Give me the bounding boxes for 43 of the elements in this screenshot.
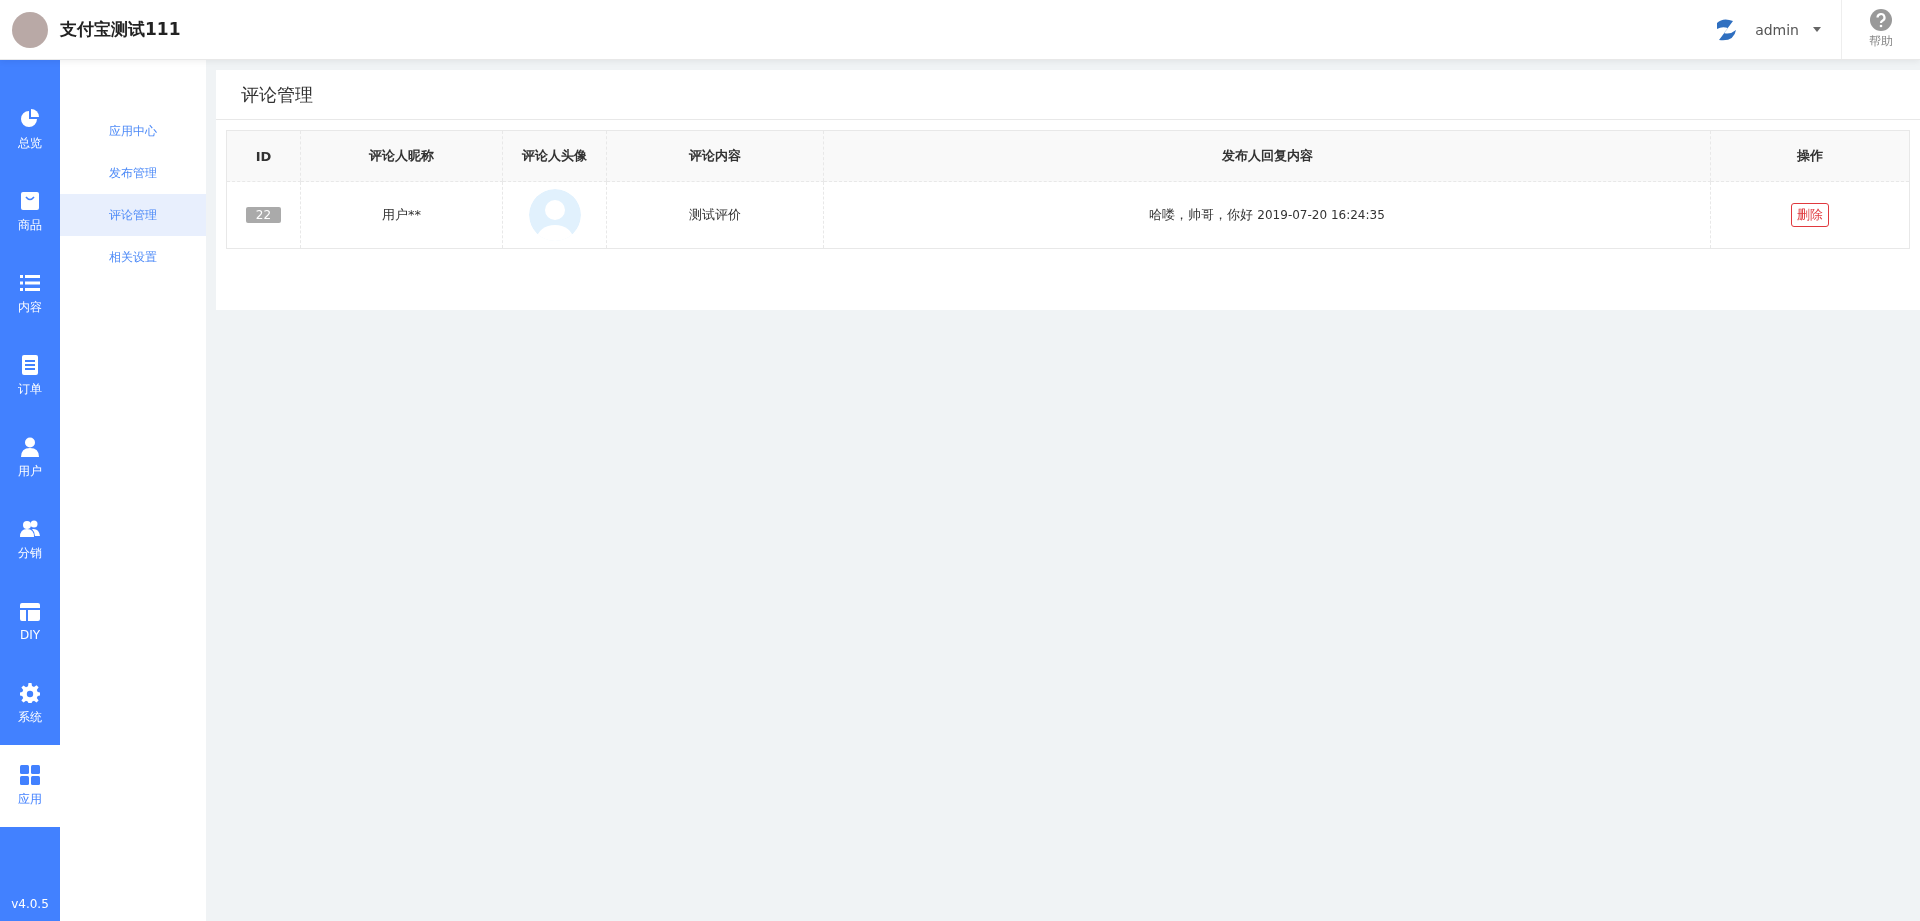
sidebar-item[interactable]: 商品: [0, 171, 60, 253]
sidebar-item[interactable]: 用户: [0, 417, 60, 499]
reply-text: 哈喽，帅哥，你好: [1149, 207, 1254, 222]
help-button[interactable]: 帮助: [1842, 9, 1920, 50]
document-icon: [20, 354, 40, 375]
submenu-item[interactable]: 评论管理: [60, 194, 206, 236]
caret-icon: [1813, 27, 1821, 32]
grid-icon: [20, 764, 40, 785]
user-icon: [20, 436, 40, 457]
table-cell: 用户**: [382, 207, 421, 222]
column-header: 评论内容: [606, 130, 824, 182]
pie-chart-icon: [20, 108, 40, 129]
sidebar-item[interactable]: 应用: [0, 745, 60, 827]
column-header: 评论人昵称: [300, 130, 503, 182]
bag-icon: [20, 190, 40, 211]
sidebar-item[interactable]: 订单: [0, 335, 60, 417]
sidebar-item[interactable]: 内容: [0, 253, 60, 335]
column-header: 发布人回复内容: [823, 130, 1711, 182]
page-title: 评论管理: [216, 70, 1920, 120]
users-icon: [20, 518, 40, 539]
sidebar-item[interactable]: 系统: [0, 663, 60, 745]
user-menu[interactable]: admin: [1755, 17, 1821, 42]
reply-time: 2019-07-20 16:24:35: [1257, 208, 1385, 222]
version-label: v4.0.5: [10, 897, 50, 913]
submenu-item[interactable]: 应用中心: [60, 110, 206, 152]
column-header: 操作: [1710, 130, 1910, 182]
column-header: ID: [226, 130, 301, 182]
shop-name: 支付宝测试111: [60, 18, 181, 41]
sidebar-item[interactable]: 总览: [0, 89, 60, 171]
avatar-icon: [528, 189, 581, 241]
list-icon: [20, 272, 40, 293]
table-cell: 测试评价: [689, 207, 741, 222]
sidebar-item[interactable]: DIY: [0, 581, 60, 663]
submenu-item[interactable]: 相关设置: [60, 236, 206, 278]
column-header: 评论人头像: [502, 130, 607, 182]
help-icon: [1870, 9, 1892, 31]
avatar-photo-placeholder: [12, 11, 48, 48]
id-tag: 22: [245, 207, 282, 223]
settings-icon: [20, 682, 40, 703]
sidebar-item[interactable]: 分销: [0, 499, 60, 581]
submenu-item[interactable]: 发布管理: [60, 152, 206, 194]
delete-button[interactable]: 删除: [1791, 203, 1829, 227]
layout-icon: [20, 602, 40, 622]
